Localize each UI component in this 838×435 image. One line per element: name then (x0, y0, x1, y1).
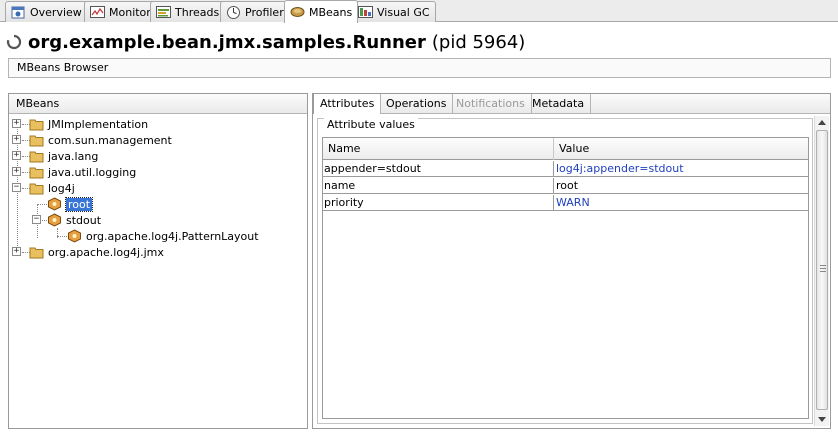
attributes-table: Name Value appender=stdout log4j:appende… (322, 137, 809, 419)
tab-visual-gc[interactable]: Visual GC (352, 1, 436, 22)
mbeans-browser-header: MBeans Browser (8, 58, 831, 78)
table-header: Name Value (323, 138, 808, 160)
tab-label: Profiler (245, 5, 284, 19)
tab-label: Visual GC (377, 5, 430, 19)
tree-node-label-selected: root (64, 196, 94, 212)
expand-toggle-icon[interactable]: + (12, 167, 21, 176)
tab-attributes[interactable]: Attributes (313, 94, 382, 114)
tree-node-log4j-jmx[interactable]: org.apache.log4j.jmx (29, 244, 164, 260)
mbean-icon (48, 213, 61, 227)
column-header-value[interactable]: Value (553, 138, 808, 160)
folder-icon (29, 151, 44, 162)
tree-node-label: java.util.logging (48, 165, 137, 179)
tab-notifications: Notifications (450, 94, 532, 114)
mbeans-tree-title: MBeans (16, 97, 60, 110)
tree-node-label: log4j (48, 181, 75, 195)
table-row[interactable]: appender=stdout log4j:appender=stdout (323, 161, 808, 177)
expand-toggle-icon[interactable]: + (12, 151, 21, 160)
table-row[interactable]: name root (323, 178, 808, 194)
threads-icon (156, 5, 171, 19)
process-name: org.example.bean.jmx.samples.Runner (28, 31, 426, 53)
scrollbar-grip (820, 268, 826, 269)
top-tab-strip: Overview Monitor Threads Profiler MBeans… (0, 0, 838, 23)
tree-node-label: stdout (66, 213, 102, 227)
attribute-name: appender=stdout (324, 162, 421, 175)
expand-toggle-icon[interactable]: + (12, 119, 21, 128)
tree-node-jmimplementation[interactable]: JMImplementation (29, 116, 148, 132)
tree-node-java-lang[interactable]: java.lang (29, 148, 98, 164)
scrollbar-thumb[interactable] (816, 130, 828, 410)
folder-icon (29, 247, 44, 258)
tree-node-java-util-logging[interactable]: java.util.logging (29, 164, 136, 180)
scroll-down-arrow-icon[interactable] (818, 417, 826, 422)
attribute-values-group: Attribute values Name Value appender=std… (317, 118, 813, 424)
folder-icon (29, 167, 44, 178)
tree-node-label: java.lang (48, 149, 99, 163)
tab-profiler[interactable]: Profiler (220, 1, 290, 22)
tab-mbeans[interactable]: MBeans (284, 0, 359, 23)
tab-metadata[interactable]: Metadata (526, 94, 592, 114)
monitor-icon (90, 5, 105, 19)
tree-node-log4j[interactable]: log4j (29, 180, 75, 196)
mbeans-browser-label: MBeans Browser (17, 61, 109, 74)
process-pid: (pid 5964) (431, 31, 526, 53)
tree-node-label: JMImplementation (48, 117, 149, 131)
tab-label: Monitor (109, 5, 151, 19)
mbean-icon (68, 229, 81, 243)
attribute-name: name (324, 179, 356, 192)
tree-node-label: org.apache.log4j.jmx (48, 245, 164, 259)
attribute-name: priority (324, 196, 364, 209)
tab-label: Overview (30, 5, 82, 19)
tree-node-root[interactable]: root (47, 196, 94, 212)
tab-monitor[interactable]: Monitor (84, 1, 157, 22)
mbean-icon (48, 197, 61, 211)
tab-threads[interactable]: Threads (150, 1, 226, 22)
profiler-icon (226, 5, 241, 19)
tree-node-com-sun-management[interactable]: com.sun.management (29, 132, 172, 148)
tab-overview[interactable]: Overview (5, 1, 88, 22)
folder-icon (29, 135, 44, 146)
attribute-values-title: Attribute values (324, 118, 418, 131)
tree-connector (57, 236, 67, 237)
mbeans-icon (290, 5, 305, 19)
application-title: org.example.bean.jmx.samples.Runner (pid… (6, 30, 525, 54)
visualgc-icon (358, 5, 373, 19)
collapse-toggle-icon[interactable]: − (32, 215, 41, 224)
tree-connector (37, 204, 47, 205)
tab-label: MBeans (309, 5, 353, 19)
tab-operations[interactable]: Operations (380, 94, 454, 114)
expand-toggle-icon[interactable]: + (12, 135, 21, 144)
overview-icon (11, 5, 26, 19)
scrollbar-grip (820, 271, 826, 272)
mbeans-tree-panel: MBeans + + + + − − + JMImplementation co… (8, 93, 308, 429)
vertical-scrollbar[interactable] (814, 116, 829, 426)
tree-node-label: org.apache.log4j.PatternLayout (86, 229, 259, 243)
folder-open-icon (29, 183, 44, 194)
tree-node-label: com.sun.management (48, 133, 172, 147)
collapse-toggle-icon[interactable]: − (12, 183, 21, 192)
tree-node-pattern-layout[interactable]: org.apache.log4j.PatternLayout (67, 228, 259, 244)
scrollbar-grip (820, 265, 826, 266)
mbean-detail-panel: Attributes Operations Notifications Meta… (312, 93, 831, 429)
loading-spinner-icon (6, 34, 22, 50)
table-row[interactable]: priority WARN (323, 195, 808, 211)
expand-toggle-icon[interactable]: + (12, 247, 21, 256)
folder-icon (29, 119, 44, 130)
tab-label: Threads (175, 5, 220, 19)
scroll-up-arrow-icon[interactable] (818, 120, 826, 125)
attribute-value[interactable]: root (553, 178, 808, 194)
attribute-value-editable[interactable]: WARN (553, 195, 808, 211)
column-header-name[interactable]: Name (323, 138, 553, 160)
attribute-value-link[interactable]: log4j:appender=stdout (553, 161, 808, 177)
mbeans-tree-header: MBeans (9, 94, 307, 114)
detail-tab-bar: Attributes Operations Notifications Meta… (313, 94, 830, 114)
tree-node-stdout[interactable]: stdout (47, 212, 101, 228)
